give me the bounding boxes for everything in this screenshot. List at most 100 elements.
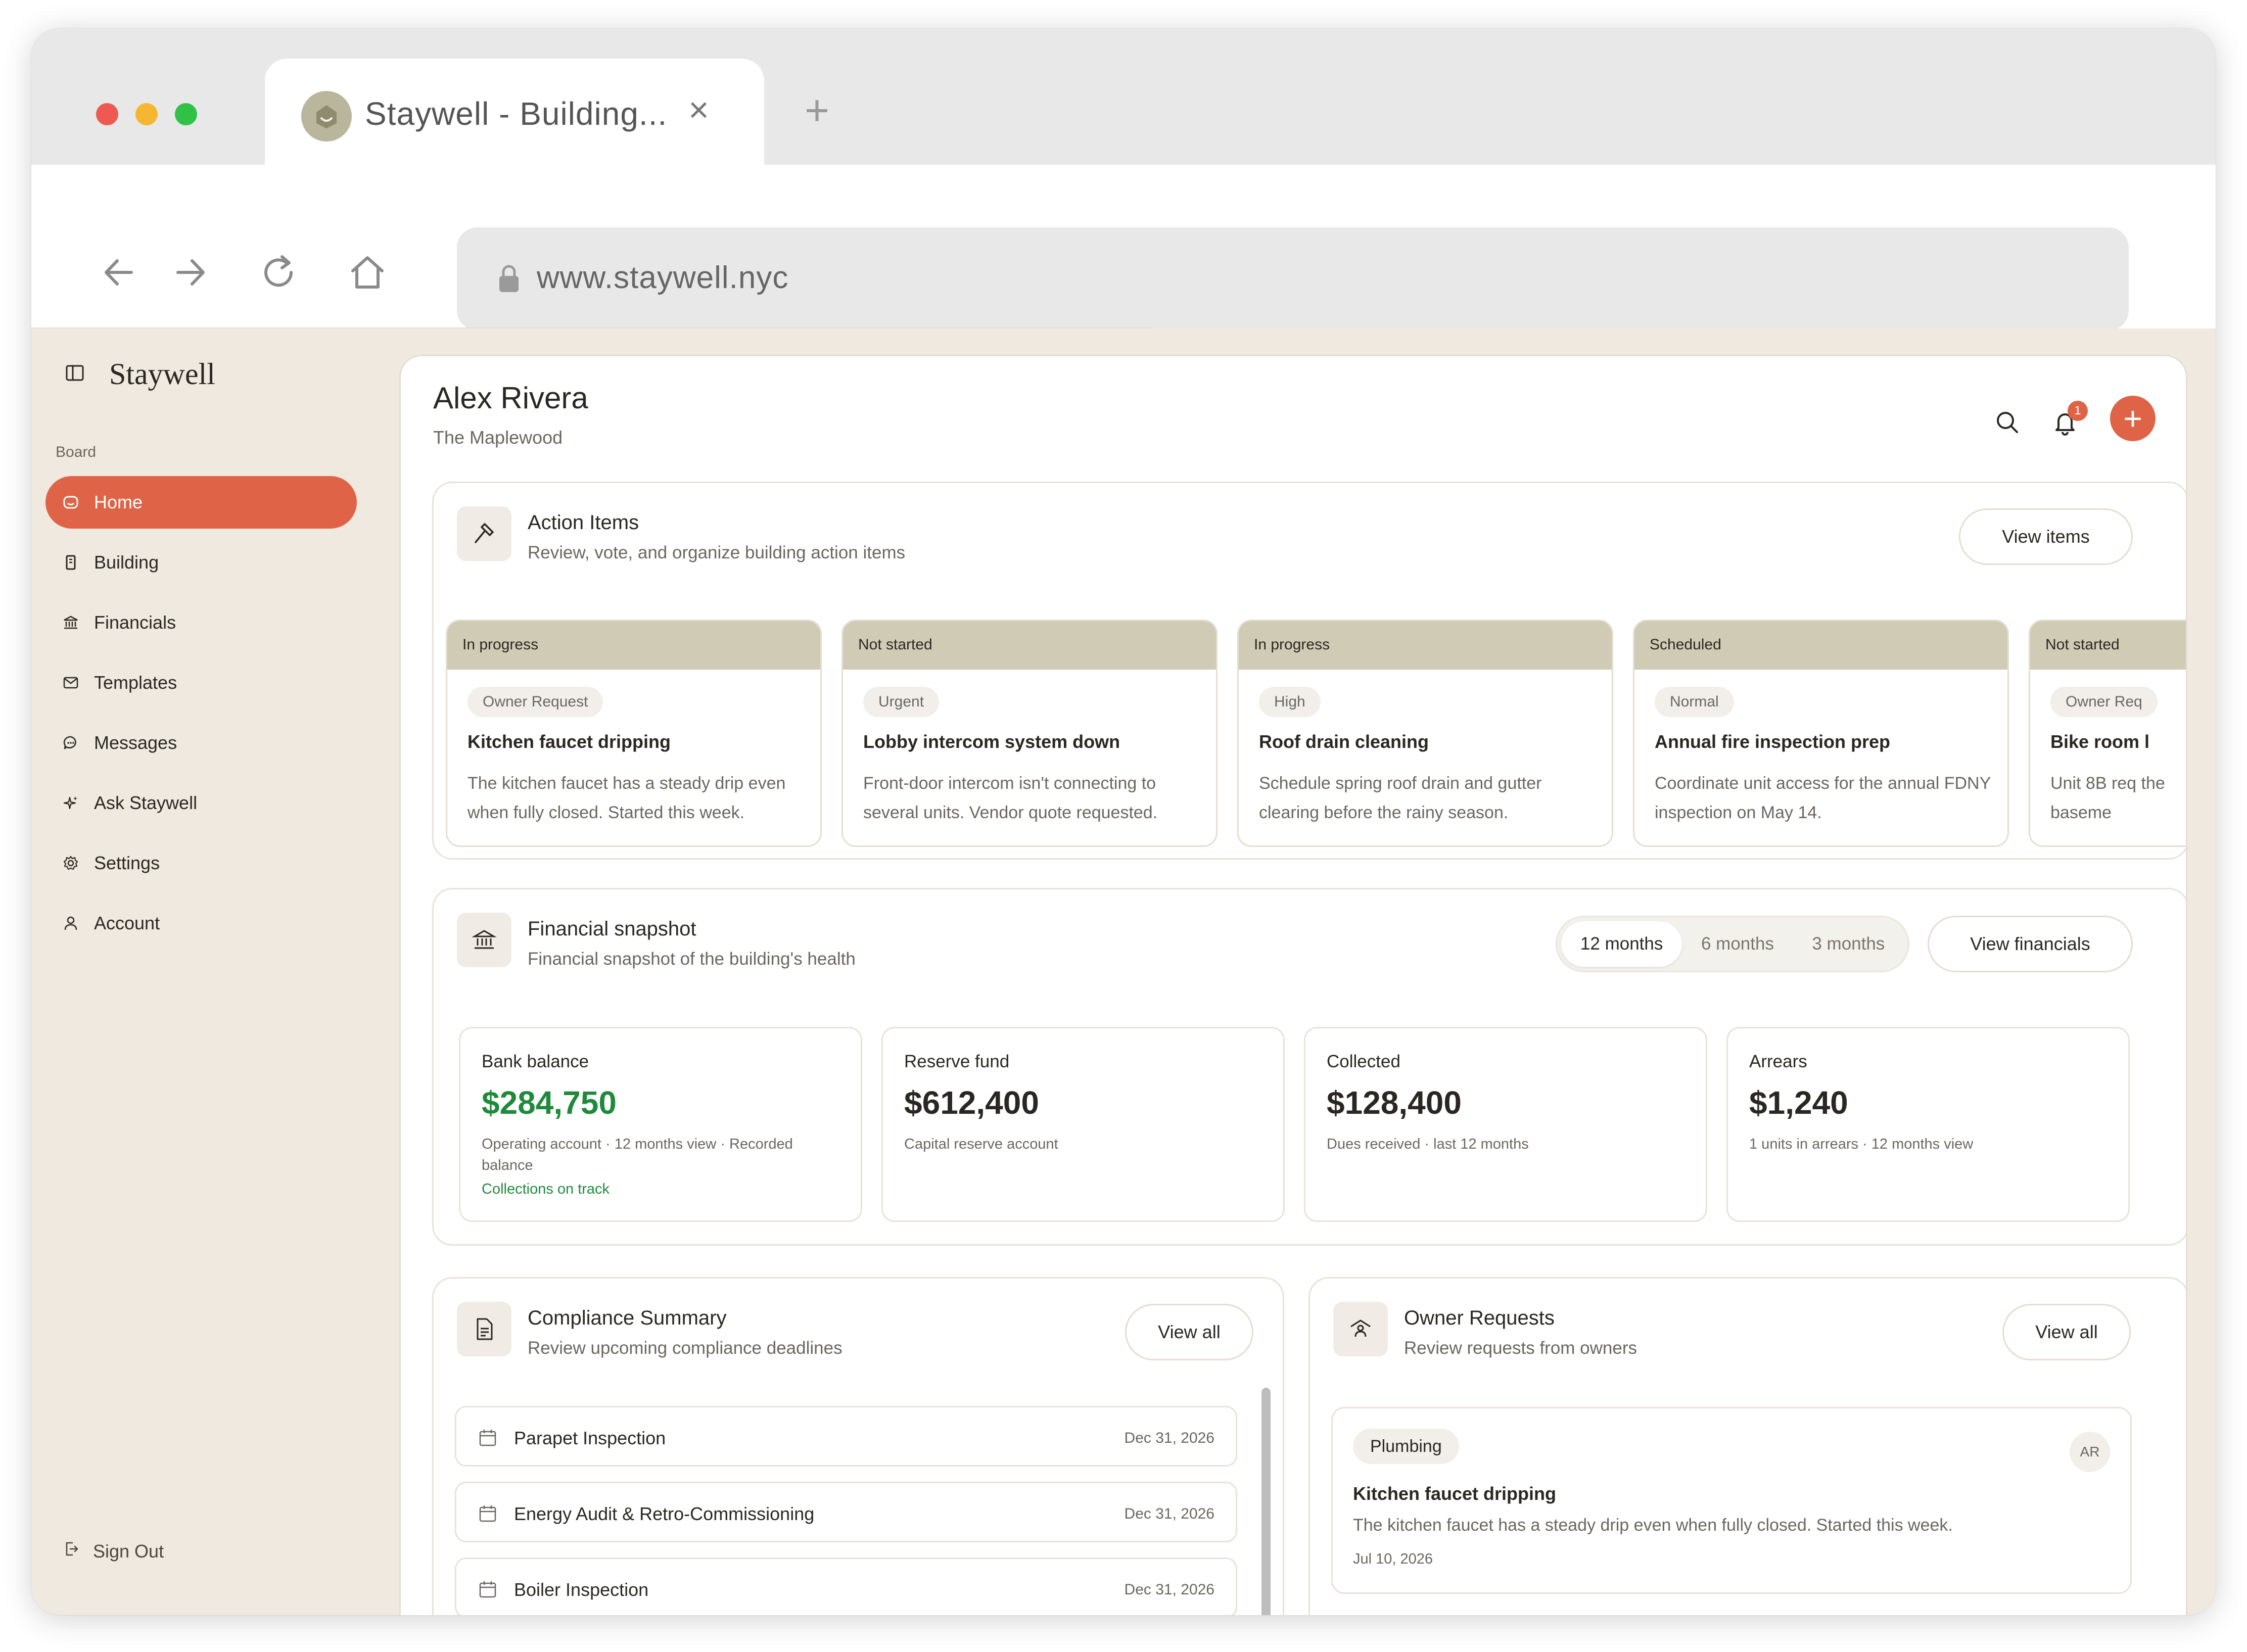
compliance-row[interactable]: Energy Audit & Retro-Commissioning Dec 3…: [455, 1482, 1237, 1542]
calendar-icon: [478, 1503, 498, 1526]
stat-note: Operating account · 12 months view · Rec…: [482, 1136, 793, 1173]
sidebar-item-label: Financials: [94, 612, 176, 633]
staywell-favicon-icon: [301, 91, 352, 141]
add-button[interactable]: +: [2110, 396, 2156, 441]
stat-label: Collected: [1327, 1052, 1400, 1071]
sidebar-item-label: Settings: [94, 853, 160, 873]
sidebar-item-account[interactable]: Account: [45, 897, 357, 950]
minimize-window-button[interactable]: [135, 103, 158, 125]
bank-icon: [61, 612, 81, 633]
stat-value: $612,400: [904, 1084, 1039, 1121]
bank-icon: [457, 913, 511, 967]
sidebar-item-templates[interactable]: Templates: [45, 656, 357, 709]
back-arrow-icon[interactable]: [96, 250, 142, 295]
action-desc: Coordinate unit access for the annual FD…: [1655, 774, 1991, 822]
stat-label: Bank balance: [482, 1052, 589, 1071]
reserve-fund-stat: Reserve fund $612,400 Capital reserve ac…: [881, 1027, 1285, 1222]
range-selector: 12 months 6 months 3 months: [1556, 916, 1909, 972]
stat-value: $128,400: [1327, 1084, 1462, 1121]
sign-out-icon: [63, 1540, 80, 1562]
search-icon[interactable]: [1990, 405, 2025, 440]
sidebar-item-home[interactable]: Home: [45, 476, 357, 529]
range-12-months[interactable]: 12 months: [1561, 921, 1682, 967]
forward-arrow-icon[interactable]: [168, 250, 213, 295]
sidebar-item-settings[interactable]: Settings: [45, 837, 357, 889]
browser-toolbar: www.staywell.nyc: [31, 165, 2216, 331]
action-title: Annual fire inspection prep: [1655, 731, 1891, 752]
sign-out-label: Sign Out: [93, 1540, 164, 1562]
browser-tab-bar: Staywell - Building... × +: [31, 28, 2216, 165]
sidebar-item-label: Building: [94, 552, 159, 573]
action-desc: The kitchen faucet has a steady drip eve…: [467, 774, 786, 822]
brand: Staywell: [65, 349, 215, 399]
request-title: Kitchen faucet dripping: [1353, 1483, 1557, 1504]
message-icon: [61, 733, 81, 753]
financial-title: Financial snapshot: [528, 918, 696, 940]
compliance-summary-card: Compliance Summary Review upcoming compl…: [432, 1277, 1284, 1615]
tab-close-icon[interactable]: ×: [688, 92, 709, 127]
action-status: Not started: [843, 621, 1216, 670]
sidebar-item-ask-staywell[interactable]: Ask Staywell: [45, 777, 357, 829]
compliance-name: Energy Audit & Retro-Commissioning: [514, 1503, 815, 1524]
stat-value: $1,240: [1749, 1084, 1848, 1121]
stat-note: Dues received · last 12 months: [1327, 1136, 1529, 1152]
view-items-button[interactable]: View items: [1959, 508, 2133, 565]
browser-tab[interactable]: Staywell - Building... ×: [265, 59, 764, 165]
sidebar-item-financials[interactable]: Financials: [45, 596, 357, 649]
action-status: In progress: [1239, 621, 1612, 670]
action-item-card[interactable]: Not started Urgent Lobby intercom system…: [841, 620, 1218, 847]
action-title: Roof drain cleaning: [1259, 731, 1429, 752]
bell-icon[interactable]: 1: [2047, 401, 2088, 440]
owner-request-item[interactable]: Plumbing AR Kitchen faucet dripping The …: [1331, 1407, 2132, 1594]
stat-label: Reserve fund: [904, 1052, 1010, 1071]
sidebar-item-messages[interactable]: Messages: [45, 717, 357, 769]
action-items-subtitle: Review, vote, and organize building acti…: [528, 543, 906, 562]
compliance-scrollbar[interactable]: [1261, 1388, 1271, 1615]
owner-requests-subtitle: Review requests from owners: [1404, 1338, 1637, 1358]
document-icon: [457, 1302, 511, 1356]
stat-status: Collections on track: [482, 1181, 610, 1197]
person-roof-icon: [1333, 1302, 1388, 1356]
action-item-card[interactable]: Scheduled Normal Annual fire inspection …: [1633, 620, 2009, 847]
sparkle-icon: [61, 793, 81, 813]
sidebar-item-building[interactable]: Building: [45, 536, 357, 589]
sidebar-toggle-icon[interactable]: [65, 363, 85, 386]
reload-icon[interactable]: [256, 250, 301, 295]
compliance-row[interactable]: Boiler Inspection Dec 31, 2026: [455, 1557, 1237, 1615]
compliance-view-all-button[interactable]: View all: [1125, 1304, 1253, 1360]
maximize-window-button[interactable]: [175, 103, 197, 125]
compliance-name: Boiler Inspection: [514, 1579, 649, 1600]
app-root: Staywell Board Home Building Financials …: [31, 328, 2216, 1615]
action-tag: Owner Request: [467, 687, 603, 717]
request-date: Jul 10, 2026: [1353, 1551, 1433, 1567]
page-subtitle: The Maplewood: [433, 427, 563, 448]
view-financials-button[interactable]: View financials: [1928, 916, 2133, 972]
action-items-carousel[interactable]: In progress Owner Request Kitchen faucet…: [446, 620, 2186, 852]
action-title: Lobby intercom system down: [863, 731, 1120, 752]
home-page-icon[interactable]: [345, 250, 390, 295]
close-window-button[interactable]: [96, 103, 118, 125]
owner-requests-view-all-button[interactable]: View all: [2002, 1304, 2131, 1360]
action-item-card[interactable]: In progress Owner Request Kitchen faucet…: [446, 620, 822, 847]
new-tab-icon[interactable]: +: [805, 89, 829, 131]
sidebar-nav: Home Building Financials Templates Messa…: [45, 476, 357, 957]
compliance-title: Compliance Summary: [528, 1307, 727, 1329]
action-item-card[interactable]: Not started Owner Req Bike room l Unit 8…: [2029, 620, 2186, 847]
address-bar[interactable]: www.staywell.nyc: [457, 227, 2129, 331]
action-item-card[interactable]: In progress High Roof drain cleaning Sch…: [1237, 620, 1613, 847]
building-icon: [61, 552, 81, 573]
avatar: AR: [2070, 1432, 2110, 1472]
action-items-card: Action Items Review, vote, and organize …: [432, 482, 2186, 860]
action-desc: Schedule spring roof drain and gutter cl…: [1259, 774, 1542, 822]
bank-balance-stat: Bank balance $284,750 Operating account …: [459, 1027, 862, 1222]
page-title: Alex Rivera: [433, 381, 588, 415]
url-text: www.staywell.nyc: [537, 260, 789, 295]
lock-icon: [496, 264, 522, 297]
action-desc: Front-door intercom isn't connecting to …: [863, 774, 1158, 822]
range-3-months[interactable]: 3 months: [1793, 921, 1904, 967]
compliance-date: Dec 31, 2026: [1124, 1505, 1214, 1522]
compliance-row[interactable]: Parapet Inspection Dec 31, 2026: [455, 1406, 1237, 1467]
stat-value: $284,750: [482, 1084, 617, 1121]
range-6-months[interactable]: 6 months: [1682, 921, 1793, 967]
sign-out-button[interactable]: Sign Out: [63, 1540, 164, 1562]
